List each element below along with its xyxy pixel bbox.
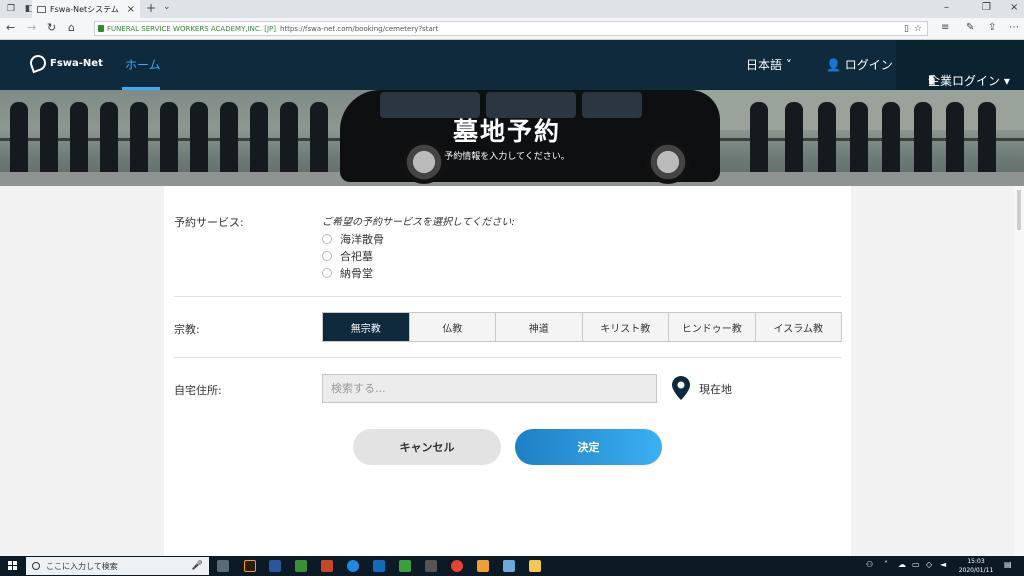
back-icon[interactable]: ← bbox=[6, 21, 15, 34]
network-icon[interactable]: ◇ bbox=[926, 560, 932, 569]
url-text: https://fswa-net.com/booking/cemetery?st… bbox=[279, 24, 439, 33]
address-bar: ← → ↻ ⌂ FUNERAL SERVICE WORKERS ACADEMY,… bbox=[0, 18, 1024, 40]
media-app-icon[interactable] bbox=[425, 560, 437, 572]
illustrator-app-icon[interactable] bbox=[244, 560, 256, 572]
divider bbox=[174, 357, 841, 358]
radio-button[interactable] bbox=[322, 251, 332, 261]
radio-button[interactable] bbox=[322, 234, 332, 244]
cancel-button[interactable]: キャンセル bbox=[353, 429, 501, 465]
religion-option-shinto[interactable]: 神道 bbox=[496, 313, 583, 341]
taskbar-search-box[interactable]: ここに入力して検索 🎤 bbox=[26, 557, 209, 575]
divider bbox=[174, 296, 841, 297]
home-icon[interactable]: ⌂ bbox=[68, 21, 75, 34]
religion-selector: 無宗教 仏教 神道 キリスト教 ヒンドゥー教 イスラム教 bbox=[322, 312, 842, 342]
lock-icon bbox=[98, 25, 104, 32]
logo-mark-icon bbox=[27, 52, 49, 74]
notifications-icon[interactable]: ▤ bbox=[1004, 560, 1012, 569]
page-subtitle: 予約情報を入力してください。 bbox=[444, 152, 570, 162]
microphone-icon[interactable]: 🎤 bbox=[192, 561, 203, 571]
taskbar-clock[interactable]: 15:03 2020/01/11 bbox=[958, 557, 994, 575]
browser-tab[interactable]: Fswa-Netシステム × bbox=[32, 0, 140, 18]
url-field[interactable]: FUNERAL SERVICE WORKERS ACADEMY,INC. [JP… bbox=[94, 21, 928, 36]
service-option[interactable]: 海洋散骨 bbox=[322, 231, 384, 247]
onedrive-icon[interactable]: ☁ bbox=[898, 560, 906, 569]
powerpoint-app-icon[interactable] bbox=[321, 560, 333, 572]
taskbar-search-placeholder: ここに入力して検索 bbox=[46, 561, 118, 571]
service-option-label: 海洋散骨 bbox=[340, 233, 384, 246]
radio-button[interactable] bbox=[322, 268, 332, 278]
site-header: Fswa-Net ホーム 日本語 ˅ 👤 ログイン ▮ 企業ログイン ▾ bbox=[0, 40, 1024, 90]
right-gutter bbox=[851, 186, 1014, 556]
favorites-hub-icon[interactable]: ≡ bbox=[941, 22, 949, 33]
login-link[interactable]: 👤 ログイン bbox=[826, 56, 893, 73]
tab-list-chevron-icon[interactable]: ⌄ bbox=[163, 2, 171, 12]
share-icon[interactable]: ⇪ bbox=[988, 22, 996, 33]
word-app-icon[interactable] bbox=[269, 560, 281, 572]
file-explorer-icon[interactable] bbox=[529, 560, 541, 572]
religion-label: 宗教: bbox=[174, 323, 200, 336]
current-location-link[interactable]: 現在地 bbox=[699, 381, 732, 397]
favorite-star-icon[interactable]: ☆ bbox=[914, 24, 922, 34]
task-view-icon[interactable] bbox=[217, 560, 229, 572]
new-tab-icon[interactable]: + bbox=[146, 1, 156, 15]
minimize-icon[interactable]: – bbox=[944, 2, 949, 13]
windows-taskbar: ここに入力して検索 🎤 ⚇ ˄ ☁ ▭ ◇ ◄ 15:03 2020/01/11… bbox=[0, 556, 1024, 576]
page-title: 墓地予約 bbox=[452, 117, 561, 146]
address-label: 自宅住所: bbox=[174, 384, 222, 397]
site-logo[interactable]: Fswa-Net bbox=[27, 52, 103, 74]
user-icon: 👤 bbox=[826, 58, 841, 72]
window-close-icon[interactable]: × bbox=[1010, 2, 1018, 13]
service-option-label: 合祀墓 bbox=[340, 250, 373, 263]
language-selector[interactable]: 日本語 ˅ bbox=[746, 56, 792, 73]
refresh-icon[interactable]: ↻ bbox=[47, 21, 56, 34]
app-icon[interactable] bbox=[503, 560, 515, 572]
login-label: ログイン bbox=[844, 58, 893, 72]
page-scrollbar[interactable] bbox=[1014, 186, 1024, 556]
restore-icon[interactable]: ❐ bbox=[982, 2, 991, 13]
edge-app-icon[interactable] bbox=[373, 560, 385, 572]
chrome-app-icon[interactable] bbox=[451, 560, 463, 572]
religion-option-buddhism[interactable]: 仏教 bbox=[409, 313, 496, 341]
service-option[interactable]: 合祀墓 bbox=[322, 248, 373, 264]
religion-option-islam[interactable]: イスラム教 bbox=[755, 313, 841, 341]
submit-button[interactable]: 決定 bbox=[515, 429, 662, 465]
address-search-input[interactable]: 検索する... bbox=[322, 374, 657, 403]
battery-icon[interactable]: ▭ bbox=[912, 560, 920, 569]
tab-title: Fswa-Netシステム bbox=[50, 4, 119, 14]
service-label: 予約サービス: bbox=[174, 216, 244, 229]
scrollbar-thumb[interactable] bbox=[1017, 190, 1021, 230]
service-hint: ご希望の予約サービスを選択してください: bbox=[322, 217, 515, 228]
more-menu-icon[interactable]: ⋯ bbox=[1009, 22, 1019, 33]
location-pin-icon[interactable] bbox=[672, 376, 690, 400]
cortana-icon bbox=[32, 562, 40, 570]
edge-legacy-app-icon[interactable] bbox=[347, 560, 359, 572]
forward-icon[interactable]: → bbox=[27, 21, 36, 34]
green-app-icon[interactable] bbox=[399, 560, 411, 572]
reading-view-icon[interactable]: ▯ bbox=[904, 24, 909, 34]
corporate-login-label: 企業ログイン ▾ bbox=[928, 74, 1010, 88]
notes-pen-icon[interactable]: ✎ bbox=[966, 22, 974, 33]
clock-date: 2020/01/11 bbox=[958, 567, 994, 574]
page-favicon-icon bbox=[37, 5, 46, 13]
religion-option-christianity[interactable]: キリスト教 bbox=[582, 313, 669, 341]
clock-time: 15:03 bbox=[967, 558, 985, 565]
left-gutter bbox=[0, 186, 164, 556]
service-option[interactable]: 納骨堂 bbox=[322, 265, 373, 281]
tab-actions-icon[interactable]: ❐ bbox=[4, 2, 18, 16]
logo-text: Fswa-Net bbox=[50, 57, 103, 69]
spreadsheet-app-icon[interactable] bbox=[295, 560, 307, 572]
corporate-login-button[interactable]: ▮ 企業ログイン ▾ bbox=[896, 40, 1024, 90]
windows-start-icon[interactable] bbox=[8, 561, 18, 571]
service-option-label: 納骨堂 bbox=[340, 267, 373, 280]
tab-close-icon[interactable]: × bbox=[127, 4, 135, 15]
people-icon[interactable]: ⚇ bbox=[866, 560, 873, 569]
hero-banner: 墓地予約 予約情報を入力してください。 bbox=[0, 90, 1024, 186]
religion-option-hinduism[interactable]: ヒンドゥー教 bbox=[669, 313, 756, 341]
nav-home-link[interactable]: ホーム bbox=[125, 56, 161, 73]
tray-overflow-icon[interactable]: ˄ bbox=[884, 560, 888, 569]
volume-icon[interactable]: ◄ bbox=[940, 560, 946, 569]
religion-option-none[interactable]: 無宗教 bbox=[323, 313, 410, 341]
video-app-icon[interactable] bbox=[477, 560, 489, 572]
url-organization: FUNERAL SERVICE WORKERS ACADEMY,INC. [JP… bbox=[107, 24, 276, 33]
